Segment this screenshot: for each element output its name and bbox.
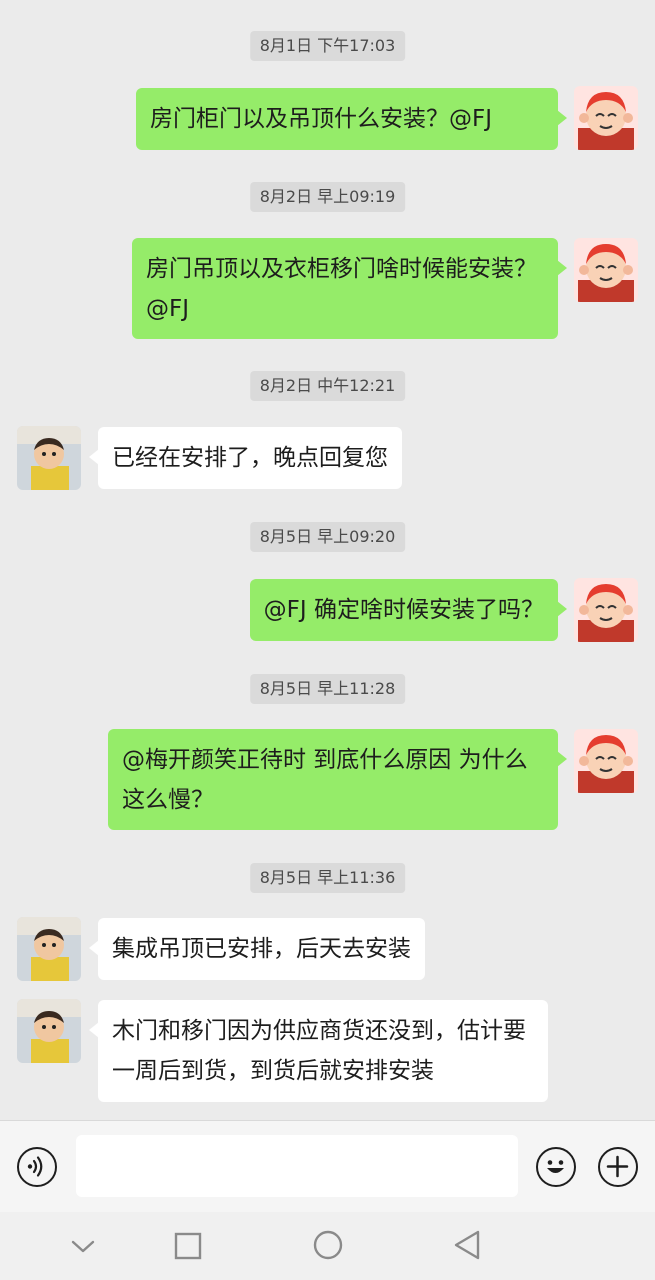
message-text: 已经在安排了，晚点回复您 <box>112 445 388 471</box>
message-text: 房门吊顶以及衣柜移门啥时候能安装？@FJ <box>146 256 537 322</box>
nav-recent-icon[interactable] <box>173 1231 203 1261</box>
timestamp: 8月2日 中午12:21 <box>249 371 406 401</box>
input-bar <box>0 1120 655 1212</box>
nav-back-icon[interactable] <box>451 1228 483 1262</box>
message-text: 集成吊顶已安排，后天去安装 <box>112 936 411 962</box>
message-bubble-outgoing[interactable]: @梅开颜笑正待时 到底什么原因 为什么这么慢？ <box>108 729 567 830</box>
message-bubble-outgoing[interactable]: 房门柜门以及吊顶什么安装？@FJ <box>136 88 567 150</box>
message-bubble-incoming[interactable]: 已经在安排了，晚点回复您 <box>89 427 402 489</box>
timestamp: 8月5日 早上11:36 <box>249 863 406 893</box>
message-text: 房门柜门以及吊顶什么安装？@FJ <box>150 106 493 132</box>
self-avatar[interactable] <box>574 238 638 302</box>
contact-avatar[interactable] <box>17 999 81 1063</box>
plus-icon[interactable] <box>598 1147 638 1187</box>
nav-home-icon[interactable] <box>312 1229 344 1261</box>
message-bubble-incoming[interactable]: 木门和移门因为供应商货还没到，估计要一周后到货，到货后就安排安装 <box>89 1000 548 1102</box>
message-text: 木门和移门因为供应商货还没到，估计要一周后到货，到货后就安排安装 <box>112 1018 526 1084</box>
message-bubble-incoming[interactable]: 集成吊顶已安排，后天去安装 <box>89 918 425 980</box>
nav-hide-icon[interactable] <box>70 1236 96 1256</box>
contact-avatar[interactable] <box>17 917 81 981</box>
message-text: @梅开颜笑正待时 到底什么原因 为什么这么慢？ <box>122 747 528 813</box>
self-avatar[interactable] <box>574 578 638 642</box>
timestamp: 8月5日 早上11:28 <box>249 674 406 704</box>
self-avatar[interactable] <box>574 729 638 793</box>
chat-area[interactable]: 8月1日 下午17:03 房门柜门以及吊顶什么安装？@FJ 8月2日 早上09:… <box>0 0 655 1120</box>
voice-icon[interactable] <box>17 1147 57 1187</box>
emoji-icon[interactable] <box>536 1147 576 1187</box>
system-nav-bar <box>0 1212 655 1280</box>
message-input[interactable] <box>76 1135 518 1197</box>
self-avatar[interactable] <box>574 86 638 150</box>
timestamp: 8月1日 下午17:03 <box>249 31 406 61</box>
message-text: @FJ 确定啥时候安装了吗？ <box>263 597 544 623</box>
timestamp: 8月5日 早上09:20 <box>249 522 406 552</box>
contact-avatar[interactable] <box>17 426 81 490</box>
message-bubble-outgoing[interactable]: @FJ 确定啥时候安装了吗？ <box>249 579 568 641</box>
message-bubble-outgoing[interactable]: 房门吊顶以及衣柜移门啥时候能安装？@FJ <box>132 238 567 339</box>
timestamp: 8月2日 早上09:19 <box>249 182 406 212</box>
